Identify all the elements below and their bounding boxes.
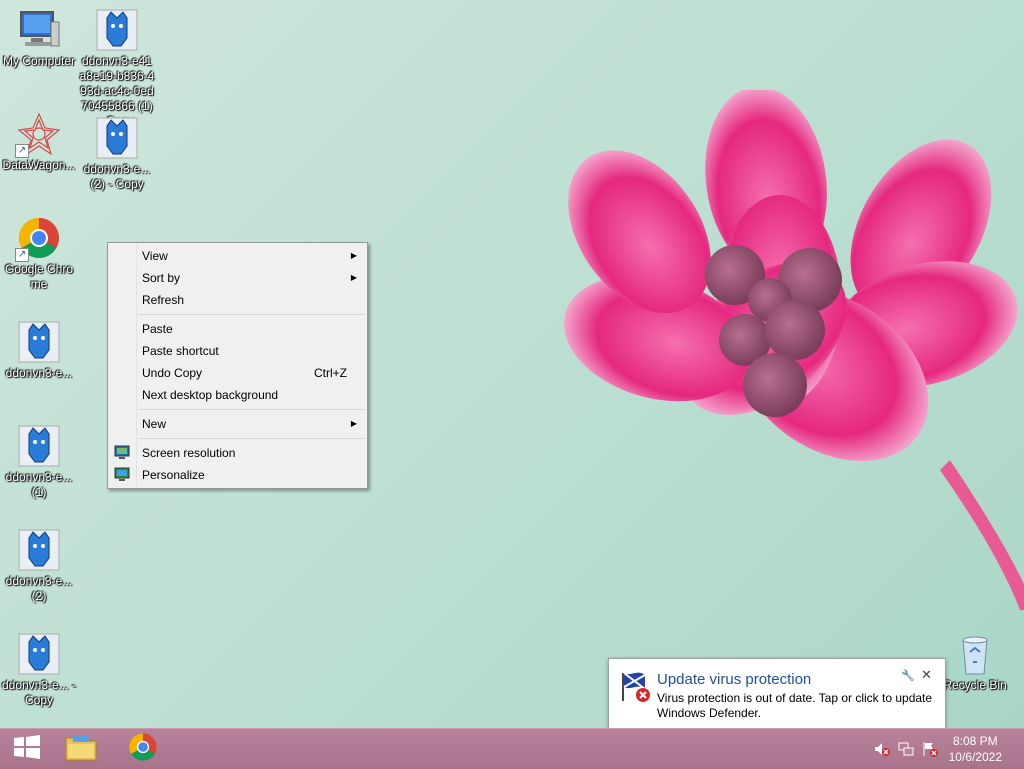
menu-separator (138, 314, 365, 315)
recycle-bin-icon (953, 632, 997, 676)
desktop[interactable]: My Computer ddonvn3-e41 a8e19-b836-4 93d… (0, 0, 1024, 728)
desktop-icon-label: ddonvn3-e... - Copy (1, 678, 77, 707)
start-icon (13, 734, 41, 764)
volume-muted-icon[interactable] (874, 741, 890, 757)
menu-item-sort-by[interactable]: Sort by ▶ (108, 267, 367, 289)
menu-item-view[interactable]: View ▶ (108, 245, 367, 267)
desktop-icon-file[interactable]: ddonvn3-e... (1) (0, 424, 78, 500)
desktop-icon-label: DataWagon... (2, 158, 76, 172)
submenu-arrow-icon: ▶ (350, 419, 357, 428)
desktop-icon-file[interactable]: ddonvn3-e41 a8e19-b836-4 93d-ac4c-0ed 70… (78, 8, 156, 129)
desktop-icon-label: ddonvn3-e... (1) (5, 470, 73, 499)
monitor-icon (114, 445, 130, 461)
chrome-icon: ↗ (15, 216, 61, 262)
network-icon[interactable] (898, 741, 914, 757)
desktop-icon-label: Recycle Bin (943, 678, 1007, 692)
menu-item-label: Paste shortcut (142, 344, 219, 358)
notification-body: Virus protection is out of date. Tap or … (657, 691, 933, 720)
notification-title: Update virus protection (657, 671, 812, 688)
menu-item-undo-copy[interactable]: Undo Copy Ctrl+Z (108, 362, 367, 384)
clock-date: 10/6/2022 (948, 750, 1002, 764)
menu-item-label: New (142, 417, 167, 431)
file-explorer-icon (65, 733, 97, 766)
menu-separator (138, 438, 365, 439)
taskbar-clock[interactable]: 8:08 PM 10/6/2022 (949, 733, 1002, 765)
menu-item-label: Paste (142, 322, 173, 336)
action-center-flag-icon[interactable] (922, 741, 938, 757)
desktop-icon-datawagon[interactable]: ↗ DataWagon... (0, 112, 78, 173)
notification-toast[interactable]: Update virus protection Virus protection… (608, 658, 946, 728)
menu-item-new[interactable]: New ▶ (108, 413, 367, 435)
wallpaper-flower (563, 90, 1024, 610)
menu-item-label: Next desktop background (142, 388, 279, 402)
desktop-icon-file[interactable]: ddonvn3-e... (0, 320, 78, 381)
shortcut-arrow-icon: ↗ (15, 144, 29, 158)
menu-item-label: Screen resolution (142, 446, 236, 460)
desktop-icon-google-chrome[interactable]: ↗ Google Chrome (0, 216, 78, 292)
taskbar: 8:08 PM 10/6/2022 (0, 728, 1024, 769)
menu-item-label: View (142, 249, 168, 263)
menu-separator (138, 409, 365, 410)
desktop-icon-label: My Computer (2, 54, 76, 68)
defender-flag-icon (619, 669, 653, 703)
desktop-icon-file[interactable]: ddonvn3-e... - Copy (0, 632, 78, 708)
clock-time: 8:08 PM (952, 734, 998, 748)
menu-item-shortcut: Ctrl+Z (314, 366, 347, 380)
menu-item-label: Sort by (142, 271, 181, 285)
blue-creature-icon (17, 632, 61, 676)
personalize-icon (114, 467, 130, 483)
desktop-icon-label: ddonvn3-e... (5, 366, 73, 380)
menu-item-personalize[interactable]: Personalize (108, 464, 367, 486)
desktop-context-menu: View ▶ Sort by ▶ Refresh Paste Paste sho… (107, 242, 368, 489)
shortcut-arrow-icon: ↗ (15, 248, 29, 262)
blue-creature-icon (95, 116, 139, 160)
menu-item-paste[interactable]: Paste (108, 318, 367, 340)
desktop-icon-label: ddonvn3-e... (2) - Copy (83, 162, 151, 191)
menu-item-label: Undo Copy (142, 366, 203, 380)
menu-item-refresh[interactable]: Refresh (108, 289, 367, 311)
notification-close-icon[interactable]: ✕ (921, 667, 932, 683)
menu-item-next-desktop-background[interactable]: Next desktop background (108, 384, 367, 406)
computer-icon (17, 8, 61, 52)
menu-item-label: Personalize (142, 468, 205, 482)
desktop-icon-file[interactable]: ddonvn3-e... (2) - Copy (78, 116, 156, 192)
notification-settings-icon[interactable]: 🔧 (901, 669, 915, 682)
start-button[interactable] (0, 729, 54, 769)
taskbar-file-explorer[interactable] (54, 729, 108, 769)
submenu-arrow-icon: ▶ (350, 251, 357, 260)
desktop-icon-label: ddonvn3-e... (2) (5, 574, 73, 603)
blue-creature-icon (17, 320, 61, 364)
taskbar-chrome[interactable] (116, 729, 170, 769)
chrome-icon (128, 732, 158, 767)
blue-creature-icon (17, 424, 61, 468)
submenu-arrow-icon: ▶ (350, 273, 357, 282)
menu-item-screen-resolution[interactable]: Screen resolution (108, 442, 367, 464)
menu-item-paste-shortcut[interactable]: Paste shortcut (108, 340, 367, 362)
menu-item-label: Refresh (142, 293, 185, 307)
blue-creature-icon (17, 528, 61, 572)
desktop-icon-label: Google Chrome (4, 262, 74, 291)
blue-creature-icon (95, 8, 139, 52)
desktop-icon-recycle-bin[interactable]: Recycle Bin (936, 632, 1014, 693)
datawagon-icon: ↗ (15, 112, 61, 158)
desktop-icon-file[interactable]: ddonvn3-e... (2) (0, 528, 78, 604)
desktop-icon-my-computer[interactable]: My Computer (0, 8, 78, 69)
